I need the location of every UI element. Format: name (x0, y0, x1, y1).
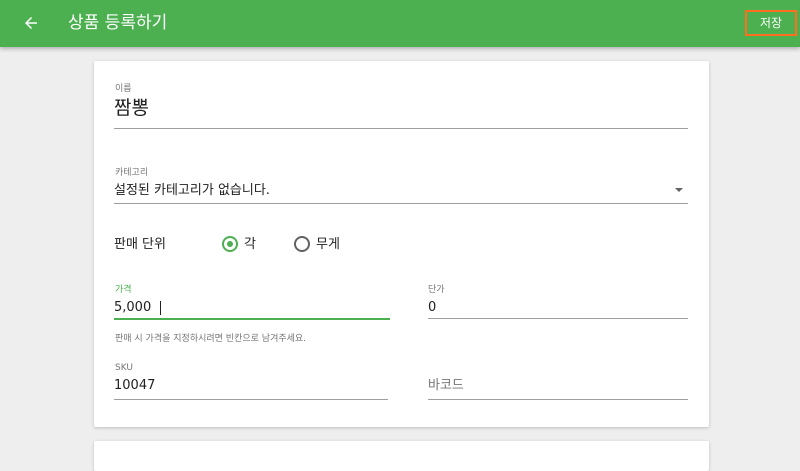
radio-weight-label[interactable]: 무게 (316, 236, 340, 254)
name-underline (114, 128, 688, 129)
unit-price-label: 단가 (428, 285, 445, 295)
price-underline (114, 318, 390, 320)
radio-weight[interactable] (294, 236, 310, 252)
price-helper-text: 판매 시 가격을 지정하시려면 빈칸으로 남겨주세요. (115, 334, 307, 344)
barcode-underline (428, 399, 688, 400)
unit-price-input[interactable]: 0 (428, 299, 436, 317)
price-label: 가격 (115, 285, 132, 295)
unit-price-underline (428, 318, 688, 319)
product-form-card: 이름 짬뽕 카테고리 설정된 카테고리가 없습니다. 판매 단위 각 무게 가격… (94, 61, 709, 427)
sku-input[interactable]: 10047 (114, 377, 155, 395)
price-input[interactable]: 5,000 (114, 299, 151, 317)
radio-each-label[interactable]: 각 (244, 236, 256, 254)
name-input[interactable]: 짬뽕 (114, 96, 149, 120)
category-underline (114, 203, 688, 204)
sku-underline (114, 399, 388, 400)
category-select[interactable]: 설정된 카테고리가 없습니다. (114, 182, 270, 200)
second-card (94, 441, 709, 471)
radio-each[interactable] (222, 236, 238, 252)
name-label: 이름 (115, 84, 132, 94)
category-label: 카테고리 (115, 168, 149, 178)
app-bar: 상품 등록하기 저장 (0, 0, 800, 47)
dropdown-arrow-icon[interactable] (675, 188, 683, 192)
barcode-input[interactable]: 바코드 (428, 377, 464, 395)
sale-unit-label: 판매 단위 (114, 237, 166, 252)
sku-label: SKU (115, 363, 133, 373)
save-button[interactable]: 저장 (745, 10, 797, 36)
arrow-left-icon[interactable] (22, 14, 40, 32)
page-title: 상품 등록하기 (68, 13, 168, 33)
text-caret (160, 301, 161, 315)
